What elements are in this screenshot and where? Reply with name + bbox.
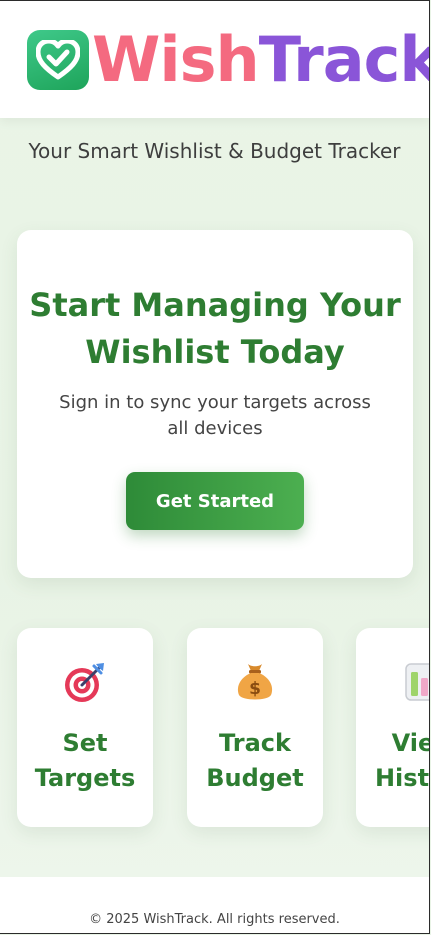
target-dart-icon [17, 660, 153, 706]
hero-subtitle: Sign in to sync your targets across all … [59, 392, 371, 439]
feature-label-line2: Targets [34, 764, 136, 792]
feature-label-line2: Budget [206, 764, 304, 792]
hero-title: Start Managing Your Wishlist Today [17, 282, 413, 376]
heart-check-icon [27, 30, 89, 90]
copyright-text: © 2025 WishTrack. All rights reserved. [89, 912, 340, 927]
brand-name-track: Track [258, 23, 430, 96]
brand-name-wish: Wish [92, 23, 260, 96]
money-bag-icon: $ [187, 660, 323, 706]
feature-label: View History [356, 726, 430, 796]
feature-card-track-budget[interactable]: $ Track Budget [187, 628, 323, 827]
logo[interactable]: Wish Track [27, 23, 430, 96]
hero-title-line1: Start Managing Your [29, 286, 401, 324]
feature-label-line2: History [374, 764, 430, 792]
chart-icon [356, 660, 429, 706]
header: Wish Track [0, 1, 429, 118]
feature-card-view-history[interactable]: View History [356, 628, 430, 827]
hero-title-line2: Wishlist Today [85, 333, 345, 371]
feature-label: Set Targets [17, 726, 153, 796]
hero-card: Start Managing Your Wishlist Today Sign … [17, 230, 413, 578]
feature-label-line1: View [391, 729, 429, 757]
get-started-button[interactable]: Get Started [126, 472, 304, 530]
svg-text:$: $ [249, 679, 261, 699]
app-frame: Wish Track Your Smart Wishlist & Budget T… [0, 0, 430, 934]
feature-card-set-targets[interactable]: Set Targets [17, 628, 153, 827]
feature-label: Track Budget [187, 726, 323, 796]
feature-label-line1: Set [62, 729, 108, 757]
tagline: Your Smart Wishlist & Budget Tracker [28, 139, 401, 163]
feature-label-line1: Track [219, 729, 291, 757]
footer: © 2025 WishTrack. All rights reserved. [0, 877, 429, 933]
brand-name: Wish Track [92, 23, 430, 96]
